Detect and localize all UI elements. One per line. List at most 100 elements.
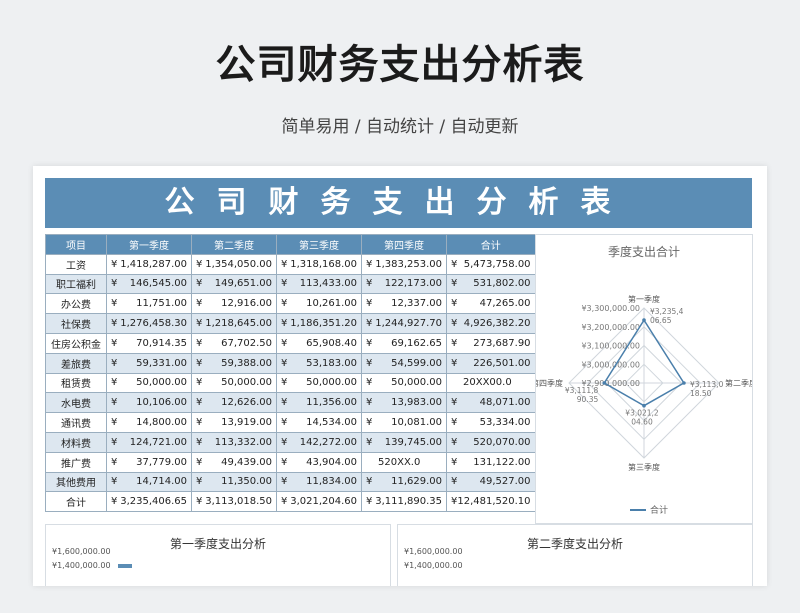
amount-cell[interactable]: ¥139,745.00 <box>361 431 447 453</box>
currency-symbol: ¥ <box>451 456 458 468</box>
amount-cell[interactable]: ¥13,919.00 <box>191 412 277 433</box>
amount-cell[interactable]: ¥5,473,758.00 <box>446 253 536 275</box>
amount-value: 1,276,458.30 <box>120 318 187 330</box>
amount-cell[interactable]: ¥531,802.00 <box>446 273 536 295</box>
amount-cell[interactable]: ¥1,186,351.20 <box>276 313 362 334</box>
row-label[interactable]: 合计 <box>45 491 107 513</box>
amount-cell[interactable]: ¥12,337.00 <box>361 293 447 315</box>
sheet-banner: 公司财务支出分析表 <box>45 178 752 228</box>
amount-value: 53,183.00 <box>306 357 357 369</box>
currency-symbol: ¥ <box>111 436 118 448</box>
amount-cell[interactable]: ¥1,354,050.00 <box>191 253 277 275</box>
amount-cell[interactable]: 520XX.0 <box>361 451 447 473</box>
amount-cell[interactable]: ¥3,113,018.50 <box>191 491 277 513</box>
amount-cell[interactable]: ¥53,334.00 <box>446 412 536 433</box>
row-label[interactable]: 办公费 <box>45 293 107 315</box>
row-label[interactable]: 其他费用 <box>45 471 107 493</box>
amount-wrap: ¥3,111,890.35 <box>366 496 442 507</box>
amount-wrap: ¥13,919.00 <box>196 417 272 428</box>
amount-cell[interactable]: ¥50,000.00 <box>276 372 362 394</box>
amount-cell[interactable]: ¥53,183.00 <box>276 352 362 374</box>
amount-cell[interactable]: ¥1,418,287.00 <box>106 253 192 275</box>
amount-cell[interactable]: ¥10,081.00 <box>361 412 447 433</box>
amount-cell[interactable]: ¥142,272.00 <box>276 431 362 453</box>
amount-cell[interactable]: ¥43,904.00 <box>276 451 362 473</box>
amount-cell[interactable]: ¥47,265.00 <box>446 293 536 315</box>
amount-cell[interactable]: ¥13,983.00 <box>361 392 447 414</box>
row-label[interactable]: 材料费 <box>45 431 107 453</box>
amount-cell[interactable]: ¥50,000.00 <box>106 372 192 394</box>
amount-value: 50,000.00 <box>221 377 272 389</box>
row-label[interactable]: 通讯费 <box>45 412 107 433</box>
amount-cell[interactable]: ¥3,235,406.65 <box>106 491 192 513</box>
amount-cell[interactable]: ¥1,244,927.70 <box>361 313 447 334</box>
amount-cell[interactable]: ¥54,599.00 <box>361 352 447 374</box>
ring-label: ¥3,200,000.00 <box>581 323 640 332</box>
amount-cell[interactable]: ¥131,122.00 <box>446 451 536 473</box>
table-row: 材料费 ¥124,721.00 ¥113,332.00 ¥142,272.00 ¥139… <box>45 431 536 453</box>
amount-cell[interactable]: ¥12,481,520.10 <box>446 491 536 513</box>
amount-cell[interactable]: ¥11,751.00 <box>106 293 192 315</box>
amount-cell[interactable]: ¥1,383,253.00 <box>361 253 447 275</box>
amount-cell[interactable]: ¥113,332.00 <box>191 431 277 453</box>
amount-value: 1,418,287.00 <box>120 258 187 270</box>
row-label[interactable]: 工资 <box>45 253 107 275</box>
amount-cell[interactable]: ¥11,350.00 <box>191 471 277 493</box>
amount-cell[interactable]: ¥14,534.00 <box>276 412 362 433</box>
amount-cell[interactable]: ¥10,261.00 <box>276 293 362 315</box>
amount-value: 43,904.00 <box>306 456 357 468</box>
amount-cell[interactable]: ¥12,916.00 <box>191 293 277 315</box>
amount-cell[interactable]: ¥50,000.00 <box>361 372 447 394</box>
row-label[interactable]: 住房公积金 <box>45 332 107 354</box>
amount-value: 1,244,927.70 <box>375 318 442 330</box>
amount-cell[interactable]: ¥1,218,645.00 <box>191 313 277 334</box>
amount-cell[interactable]: ¥146,545.00 <box>106 273 192 295</box>
amount-value: 4,926,382.20 <box>463 318 531 330</box>
amount-cell[interactable]: ¥1,318,168.00 <box>276 253 362 275</box>
amount-cell[interactable]: 20XX00.0 <box>446 372 536 394</box>
amount-cell[interactable]: ¥3,021,204.60 <box>276 491 362 513</box>
amount-cell[interactable]: ¥226,501.00 <box>446 352 536 374</box>
amount-value: 3,021,204.60 <box>290 496 357 508</box>
amount-cell[interactable]: ¥12,626.00 <box>191 392 277 414</box>
row-label[interactable]: 社保费 <box>45 313 107 334</box>
amount-cell[interactable]: ¥69,162.65 <box>361 332 447 354</box>
currency-symbol: ¥ <box>366 357 373 369</box>
amount-cell[interactable]: ¥11,834.00 <box>276 471 362 493</box>
amount-wrap: ¥273,687.90 <box>451 338 531 349</box>
currency-symbol: ¥ <box>111 318 118 330</box>
amount-cell[interactable]: ¥48,071.00 <box>446 392 536 414</box>
amount-cell[interactable]: ¥520,070.00 <box>446 431 536 453</box>
amount-cell[interactable]: ¥10,106.00 <box>106 392 192 414</box>
amount-cell[interactable]: ¥1,276,458.30 <box>106 313 192 334</box>
amount-wrap: ¥11,350.00 <box>196 476 272 487</box>
amount-cell[interactable]: ¥59,388.00 <box>191 352 277 374</box>
amount-cell[interactable]: ¥149,651.00 <box>191 273 277 295</box>
amount-cell[interactable]: ¥3,111,890.35 <box>361 491 447 513</box>
data-label: 18.50 <box>690 389 712 398</box>
row-label[interactable]: 差旅费 <box>45 352 107 374</box>
amount-cell[interactable]: ¥124,721.00 <box>106 431 192 453</box>
amount-cell[interactable]: ¥49,527.00 <box>446 471 536 493</box>
amount-cell[interactable]: ¥11,629.00 <box>361 471 447 493</box>
amount-cell[interactable]: ¥59,331.00 <box>106 352 192 374</box>
amount-cell[interactable]: ¥65,908.40 <box>276 332 362 354</box>
row-label[interactable]: 租赁费 <box>45 372 107 394</box>
axis-label: 第四季度 <box>536 378 563 388</box>
amount-cell[interactable]: ¥122,173.00 <box>361 273 447 295</box>
amount-cell[interactable]: ¥50,000.00 <box>191 372 277 394</box>
amount-cell[interactable]: ¥70,914.35 <box>106 332 192 354</box>
row-label[interactable]: 职工福利 <box>45 273 107 295</box>
amount-cell[interactable]: ¥67,702.50 <box>191 332 277 354</box>
row-label[interactable]: 水电费 <box>45 392 107 414</box>
amount-cell[interactable]: ¥273,687.90 <box>446 332 536 354</box>
row-label[interactable]: 推广费 <box>45 451 107 473</box>
amount-cell[interactable]: ¥14,714.00 <box>106 471 192 493</box>
amount-cell[interactable]: ¥14,800.00 <box>106 412 192 433</box>
amount-cell[interactable]: ¥4,926,382.20 <box>446 313 536 334</box>
amount-wrap: ¥53,334.00 <box>451 417 531 428</box>
amount-cell[interactable]: ¥11,356.00 <box>276 392 362 414</box>
amount-cell[interactable]: ¥37,779.00 <box>106 451 192 473</box>
amount-cell[interactable]: ¥113,433.00 <box>276 273 362 295</box>
amount-cell[interactable]: ¥49,439.00 <box>191 451 277 473</box>
